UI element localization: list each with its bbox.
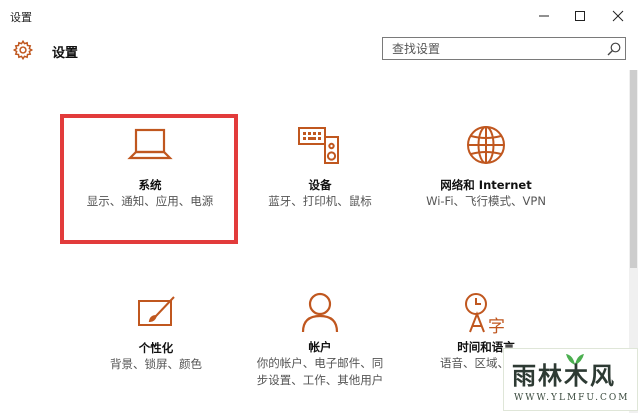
maximize-icon xyxy=(575,11,585,21)
window-title: 设置 xyxy=(10,11,32,24)
watermark-url: WWW.YLMFU.COM xyxy=(514,393,630,403)
tile-title: 个性化 xyxy=(138,341,174,355)
watermark-text: 雨林木风 xyxy=(512,361,616,390)
time-language-icon: 字 xyxy=(465,293,505,336)
tile-network[interactable]: 网络和 Internet Wi-Fi、飞行模式、VPN xyxy=(396,125,576,210)
tile-title: 帐户 xyxy=(308,340,332,354)
person-icon xyxy=(301,292,339,333)
tile-title: 设备 xyxy=(308,178,332,192)
tile-description: 蓝牙、打印机、鼠标 xyxy=(268,194,372,208)
close-icon xyxy=(612,10,624,22)
search-input[interactable] xyxy=(383,38,602,59)
tile-devices[interactable]: 设备 蓝牙、打印机、鼠标 xyxy=(230,125,410,210)
title-bar: 设置 xyxy=(0,0,640,32)
highlight-box xyxy=(60,114,238,244)
settings-header: 设置 xyxy=(0,32,640,68)
minimize-icon xyxy=(539,15,549,17)
close-button[interactable] xyxy=(596,0,640,32)
personalization-icon xyxy=(138,296,175,326)
watermark-logo: 雨林木风 WWW.YLMFU.COM xyxy=(503,348,638,411)
gear-icon xyxy=(12,39,34,61)
tile-title: 网络和 Internet xyxy=(440,178,532,192)
search-icon[interactable] xyxy=(606,41,622,57)
globe-icon xyxy=(467,126,505,164)
svg-text:字: 字 xyxy=(488,317,505,336)
devices-icon xyxy=(298,127,339,164)
tile-description: 背景、锁屏、颜色 xyxy=(110,357,202,371)
tile-personalization[interactable]: 个性化 背景、锁屏、颜色 xyxy=(66,294,246,373)
scrollbar-thumb[interactable] xyxy=(630,70,637,268)
page-title: 设置 xyxy=(52,46,79,61)
tile-description: Wi-Fi、飞行模式、VPN xyxy=(426,194,546,208)
tile-description: 你的帐户、电子邮件、同步设置、工作、其他用户 xyxy=(256,356,384,387)
tile-accounts[interactable]: 帐户 你的帐户、电子邮件、同步设置、工作、其他用户 xyxy=(230,292,410,389)
search-box[interactable] xyxy=(382,37,626,60)
